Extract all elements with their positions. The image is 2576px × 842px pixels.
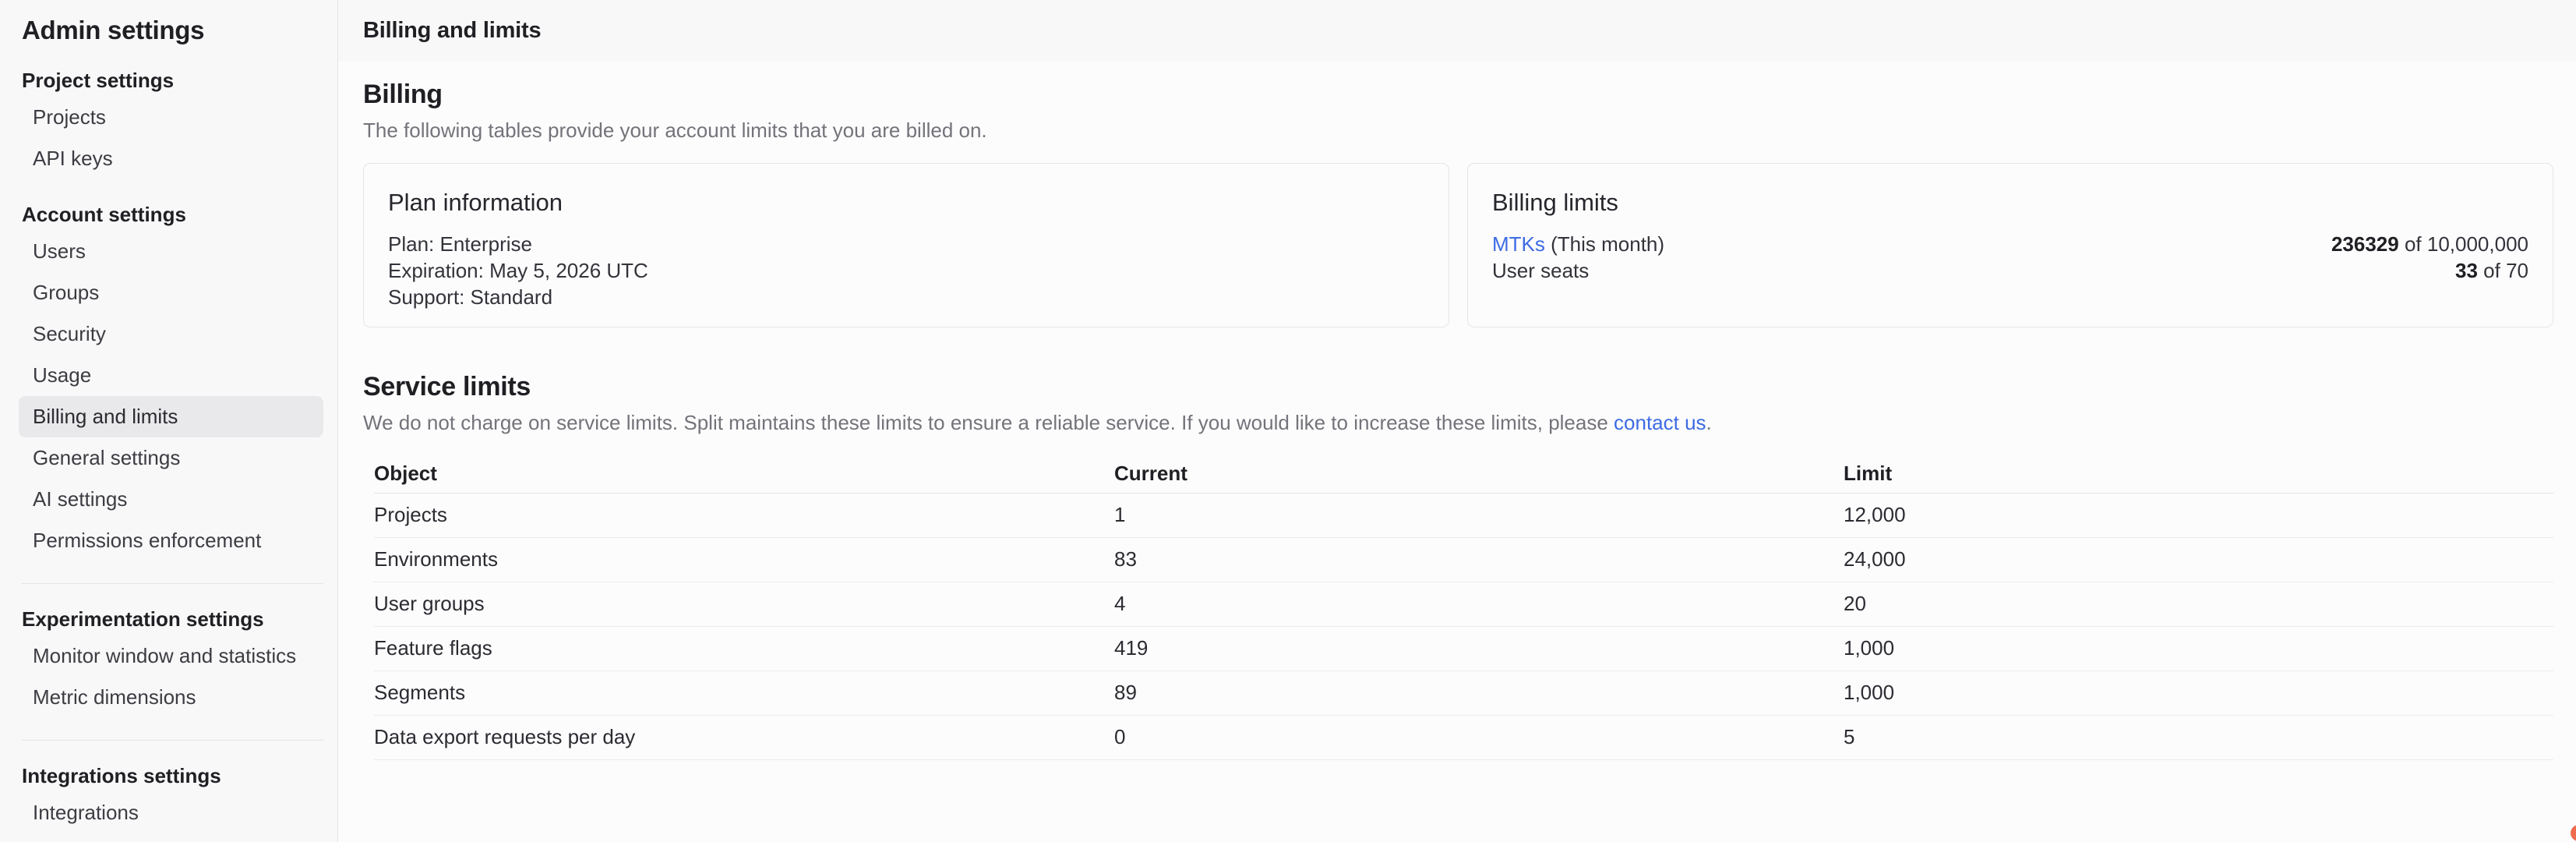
plan-information-title: Plan information	[388, 189, 1424, 217]
billing-limit-value-number: 236329	[2331, 232, 2399, 256]
table-row-projects: Projects112,000	[374, 493, 2553, 537]
sidebar-item-projects[interactable]: Projects	[19, 97, 323, 138]
table-cell: 1	[1114, 493, 1844, 537]
sidebar-item-usage[interactable]: Usage	[19, 355, 323, 396]
service-limits-heading: Service limits	[363, 371, 2553, 402]
table-cell: 12,000	[1844, 493, 2553, 537]
table-cell: Segments	[374, 670, 1114, 715]
service-limits-section: Service limits We do not charge on servi…	[363, 371, 2553, 760]
billing-heading: Billing	[363, 79, 2553, 110]
sidebar-sections: Project settingsProjectsAPI keys Account …	[0, 64, 337, 833]
billing-cards: Plan information Plan: EnterpriseExpirat…	[363, 163, 2553, 327]
sidebar-divider	[22, 583, 323, 584]
table-cell: 1,000	[1844, 670, 2553, 715]
sidebar-section-experimentation-settings: Experimentation settingsMonitor window a…	[0, 603, 337, 718]
content: Billing The following tables provide you…	[338, 62, 2576, 842]
table-row-user-groups: User groups420	[374, 582, 2553, 626]
billing-limit-value: 33 of 70	[2455, 257, 2528, 284]
billing-description: The following tables provide your accoun…	[363, 118, 2553, 143]
sidebar-item-users[interactable]: Users	[19, 231, 323, 272]
sidebar-section-project-settings: Project settingsProjectsAPI keys	[0, 64, 337, 179]
table-row-data-export-requests-per-day: Data export requests per day05	[374, 715, 2553, 759]
sidebar-item-general-settings[interactable]: General settings	[19, 437, 323, 479]
table-cell: 1,000	[1844, 626, 2553, 670]
billing-limit-rows: MTKs (This month)236329 of 10,000,000Use…	[1492, 231, 2528, 284]
sidebar-title: Admin settings	[0, 16, 337, 45]
table-row-environments: Environments8324,000	[374, 537, 2553, 582]
table-cell: User groups	[374, 582, 1114, 626]
table-cell: Feature flags	[374, 626, 1114, 670]
sidebar-section-header-account-settings: Account settings	[0, 198, 337, 231]
sidebar-item-monitor-window-and-statistics[interactable]: Monitor window and statistics	[19, 635, 323, 677]
column-header-object: Object	[374, 455, 1114, 493]
service-limits-body: Projects112,000Environments8324,000User …	[374, 493, 2553, 759]
table-cell: Projects	[374, 493, 1114, 537]
service-limits-description-period: .	[1706, 411, 1712, 434]
table-cell: Data export requests per day	[374, 715, 1114, 759]
billing-limits-card: Billing limits MTKs (This month) 236329 o…	[1467, 163, 2553, 327]
table-row-feature-flags: Feature flags4191,000	[374, 626, 2553, 670]
page-title: Billing and limits	[363, 18, 541, 44]
sidebar-item-permissions-enforcement[interactable]: Permissions enforcement	[19, 520, 323, 561]
table-cell: 419	[1114, 626, 1844, 670]
sidebar-item-integrations[interactable]: Integrations	[19, 792, 323, 833]
billing-limit-value: 236329 of 10,000,000	[2331, 231, 2528, 257]
billing-limit-row: User seats 33 of 70	[1492, 257, 2528, 284]
plan-info-line: Plan: Enterprise	[388, 231, 1424, 257]
table-cell: 83	[1114, 537, 1844, 582]
service-limits-description: We do not charge on service limits. Spli…	[363, 410, 2553, 435]
admin-settings-page: Admin settings Project settingsProjectsA…	[0, 0, 2576, 842]
service-limits-header-row: ObjectCurrentLimit	[374, 455, 2553, 493]
column-header-current: Current	[1114, 455, 1844, 493]
billing-limit-value-number: 33	[2455, 259, 2478, 282]
billing-limit-label: MTKs (This month)	[1492, 231, 1664, 257]
table-cell: 5	[1844, 715, 2553, 759]
sidebar-section-header-experimentation-settings: Experimentation settings	[0, 603, 337, 635]
sidebar-section-account-settings: Account settingsUsersGroupsSecurityUsage…	[0, 198, 337, 561]
sidebar-section-header-project-settings: Project settings	[0, 64, 337, 97]
table-cell: 89	[1114, 670, 1844, 715]
sidebar-item-security[interactable]: Security	[19, 313, 323, 355]
mtks-link[interactable]: MTKs	[1492, 232, 1545, 256]
column-header-limit: Limit	[1844, 455, 2553, 493]
plan-info-line: Support: Standard	[388, 284, 1424, 310]
sidebar-divider	[22, 740, 323, 741]
contact-us-link[interactable]: contact us	[1614, 411, 1706, 434]
table-cell: 0	[1114, 715, 1844, 759]
sidebar-item-ai-settings[interactable]: AI settings	[19, 479, 323, 520]
table-cell: Environments	[374, 537, 1114, 582]
billing-limits-title: Billing limits	[1492, 189, 2528, 217]
service-limits-description-text: We do not charge on service limits. Spli…	[363, 411, 1614, 434]
sidebar-item-api-keys[interactable]: API keys	[19, 138, 323, 179]
billing-limit-label: User seats	[1492, 257, 1589, 284]
sidebar-item-metric-dimensions[interactable]: Metric dimensions	[19, 677, 323, 718]
billing-section: Billing The following tables provide you…	[363, 79, 2553, 327]
sidebar-section-header-integrations-settings: Integrations settings	[0, 759, 337, 792]
table-row-segments: Segments891,000	[374, 670, 2553, 715]
table-cell: 4	[1114, 582, 1844, 626]
service-limits-table: ObjectCurrentLimit Projects112,000Enviro…	[374, 455, 2553, 760]
plan-info-line: Expiration: May 5, 2026 UTC	[388, 257, 1424, 284]
plan-information-card: Plan information Plan: EnterpriseExpirat…	[363, 163, 1449, 327]
sidebar-item-billing-and-limits[interactable]: Billing and limits	[19, 396, 323, 437]
billing-limit-row: MTKs (This month) 236329 of 10,000,000	[1492, 231, 2528, 257]
topbar: Billing and limits	[338, 0, 2576, 62]
sidebar: Admin settings Project settingsProjectsA…	[0, 0, 338, 842]
sidebar-item-groups[interactable]: Groups	[19, 272, 323, 313]
plan-info-lines: Plan: EnterpriseExpiration: May 5, 2026 …	[388, 231, 1424, 310]
main-area: Billing and limits Billing The following…	[338, 0, 2576, 842]
table-cell: 20	[1844, 582, 2553, 626]
table-cell: 24,000	[1844, 537, 2553, 582]
sidebar-section-integrations-settings: Integrations settingsIntegrations	[0, 759, 337, 833]
